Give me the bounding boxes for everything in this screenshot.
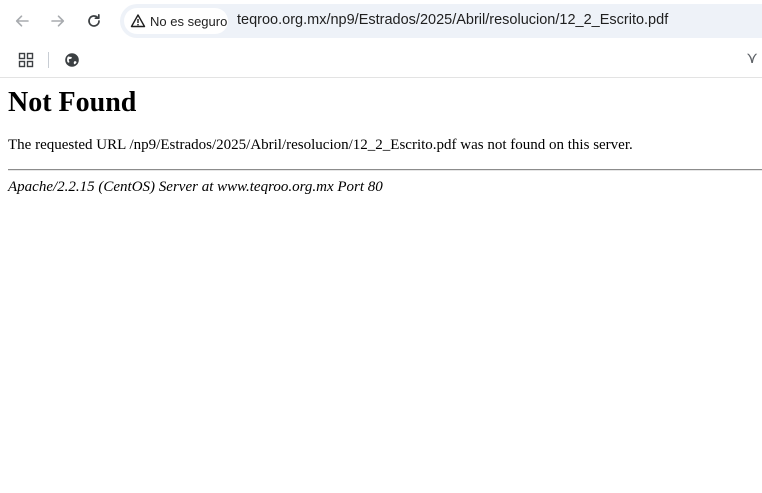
bookmarks-separator bbox=[48, 52, 49, 68]
security-indicator[interactable]: No es seguro bbox=[124, 8, 228, 34]
apps-grid-icon bbox=[18, 52, 34, 68]
server-signature: Apache/2.2.15 (CentOS) Server at www.teq… bbox=[8, 179, 383, 195]
back-button[interactable] bbox=[7, 6, 37, 36]
page-title: Not Found bbox=[8, 87, 137, 118]
address-bar[interactable]: No es seguro teqroo.org.mx/np9/Estrados/… bbox=[120, 4, 762, 38]
warning-triangle-icon bbox=[130, 14, 146, 28]
error-message: The requested URL /np9/Estrados/2025/Abr… bbox=[8, 137, 633, 153]
page-content: Not Found The requested URL /np9/Estrado… bbox=[0, 79, 762, 493]
forward-arrow-icon bbox=[51, 15, 65, 27]
url-text[interactable]: teqroo.org.mx/np9/Estrados/2025/Abril/re… bbox=[237, 12, 668, 28]
reload-icon bbox=[88, 13, 100, 27]
apps-grid-button[interactable] bbox=[16, 50, 36, 70]
forward-button[interactable] bbox=[43, 6, 73, 36]
back-arrow-icon bbox=[15, 15, 29, 27]
extension-icon[interactable]: ⋎ bbox=[746, 48, 758, 67]
security-label: No es seguro bbox=[150, 13, 228, 29]
globe-icon bbox=[65, 53, 79, 67]
bookmark-globe[interactable] bbox=[62, 50, 82, 70]
browser-toolbar: No es seguro teqroo.org.mx/np9/Estrados/… bbox=[0, 0, 762, 42]
divider bbox=[8, 169, 762, 171]
reload-button[interactable] bbox=[79, 6, 109, 36]
bookmarks-bar: ⋎ bbox=[0, 42, 762, 78]
